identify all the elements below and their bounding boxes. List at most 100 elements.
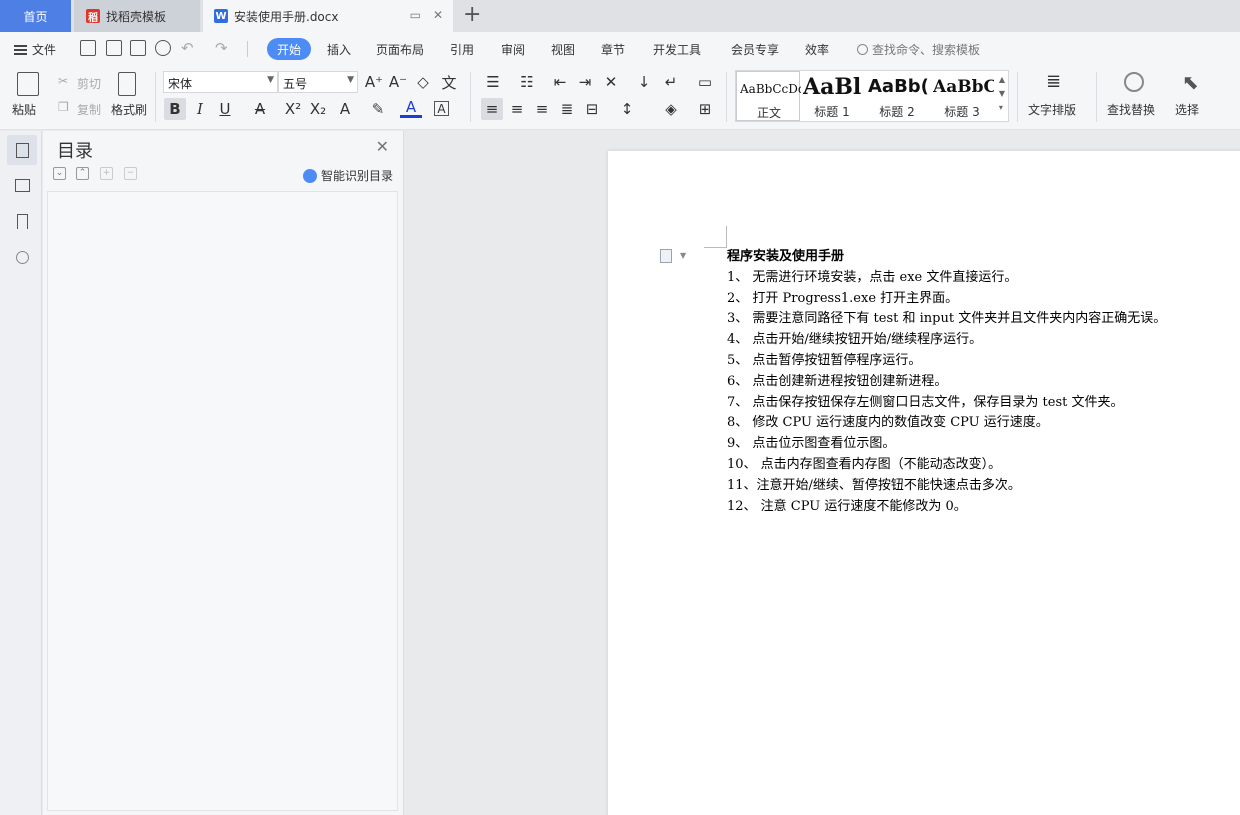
format-painter-button[interactable]: 格式刷	[111, 101, 147, 118]
add-toc-item-icon[interactable]: +	[100, 167, 113, 180]
document-line[interactable]: 11、注意开始/继续、暂停按钮不能快速点击多次。	[727, 476, 1166, 497]
menu-tab-view[interactable]: 视图	[551, 41, 575, 58]
cursor-select-icon[interactable]: ⬉	[1182, 70, 1199, 94]
cut-button[interactable]: 剪切	[77, 75, 101, 92]
subscript-button[interactable]: X₂	[307, 98, 329, 120]
document-line[interactable]: 4、 点击开始/继续按钮开始/继续程序运行。	[727, 330, 1166, 351]
menu-tab-references[interactable]: 引用	[450, 41, 474, 58]
font-size-select[interactable]: 五号 ▼	[278, 71, 358, 93]
strikethrough-button[interactable]: A	[249, 98, 271, 120]
export-pdf-icon[interactable]	[106, 40, 122, 56]
numbered-list-icon[interactable]: ☷	[516, 71, 538, 93]
document-line[interactable]: 3、 需要注意同路径下有 test 和 input 文件夹并且文件夹内内容正确无…	[727, 309, 1166, 330]
decrease-indent-icon[interactable]: ⇤	[549, 71, 571, 93]
tab-ruler-icon[interactable]: ▭	[694, 71, 716, 93]
command-search[interactable]: 查找命令、搜索模板	[857, 41, 980, 58]
shading-button[interactable]: ◈	[660, 98, 682, 120]
highlight-icon[interactable]: ✎	[367, 98, 389, 120]
menu-tab-efficiency[interactable]: 效率	[805, 41, 829, 58]
document-line[interactable]: 12、 注意 CPU 运行速度不能修改为 0。	[727, 497, 1166, 518]
tab-template[interactable]: 稻 找稻壳模板	[74, 0, 200, 32]
bookmark-icon[interactable]	[7, 206, 37, 236]
italic-button[interactable]: I	[189, 98, 211, 120]
tab-document[interactable]: W 安装使用手册.docx ▭ ✕	[203, 0, 453, 32]
paste-icon[interactable]	[17, 72, 39, 96]
phonetic-guide-icon[interactable]: 文	[438, 71, 460, 93]
document-line[interactable]: 9、 点击位示图查看位示图。	[727, 434, 1166, 455]
redo-icon[interactable]: ↷	[215, 39, 228, 57]
document-line[interactable]: 8、 修改 CPU 运行速度内的数值改变 CPU 运行速度。	[727, 413, 1166, 434]
document-line[interactable]: 2、 打开 Progress1.exe 打开主界面。	[727, 289, 1166, 310]
document-line[interactable]: 6、 点击创建新进程按钮创建新进程。	[727, 372, 1166, 393]
chevron-down-icon[interactable]: ▼	[680, 251, 686, 260]
document-line[interactable]: 10、 点击内存图查看内存图（不能动态改变）。	[727, 455, 1166, 476]
justify-button[interactable]: ≣	[556, 98, 578, 120]
print-icon[interactable]	[130, 40, 146, 56]
paste-button[interactable]: 粘贴	[12, 101, 36, 118]
document-line[interactable]: 7、 点击保存按钮保存左侧窗口日志文件，保存目录为 test 文件夹。	[727, 393, 1166, 414]
menu-tab-member[interactable]: 会员专享	[731, 41, 779, 58]
copy-button[interactable]: 复制	[77, 101, 101, 118]
document-canvas[interactable]: ▼ 程序安装及使用手册 1、 无需进行环境安装，点击 exe 文件直接运行。 2…	[405, 131, 1240, 815]
undo-icon[interactable]: ↶	[181, 39, 194, 57]
sort-icon[interactable]: ↓	[633, 71, 655, 93]
menu-tab-chapter[interactable]: 章节	[601, 41, 625, 58]
file-menu[interactable]: 文件	[14, 41, 56, 58]
toc-list[interactable]	[47, 191, 398, 811]
superscript-button[interactable]: X²	[282, 98, 304, 120]
window-mode-icon[interactable]: ▭	[410, 8, 421, 22]
cut-icon[interactable]: ✂	[58, 74, 68, 88]
styles-scroll-icon[interactable]: ▲ ▼ ▾	[999, 73, 1005, 115]
document-body[interactable]: 程序安装及使用手册 1、 无需进行环境安装，点击 exe 文件直接运行。 2、 …	[727, 247, 1166, 517]
chapter-nav-icon[interactable]	[7, 170, 37, 200]
paragraph-icon[interactable]	[660, 249, 672, 263]
borders-button[interactable]: ⊞	[694, 98, 716, 120]
chinese-layout-icon[interactable]: ✕	[600, 71, 622, 93]
toc-panel-icon[interactable]	[7, 135, 37, 165]
menu-tab-developer[interactable]: 开发工具	[653, 41, 701, 58]
line-spacing-button[interactable]: ↕	[616, 98, 638, 120]
style-heading-1[interactable]: AaBl 标题 1	[800, 71, 864, 121]
text-layout-button[interactable]: 文字排版	[1028, 101, 1076, 118]
close-icon[interactable]: ✕	[376, 137, 389, 156]
search-icon[interactable]	[7, 242, 37, 272]
increase-font-icon[interactable]: A⁺	[363, 71, 385, 93]
style-heading-2[interactable]: AaBb( 标题 2	[865, 71, 929, 121]
menu-tab-page-layout[interactable]: 页面布局	[376, 41, 424, 58]
menu-tab-insert[interactable]: 插入	[327, 41, 351, 58]
expand-all-icon[interactable]: ⌄	[53, 167, 66, 180]
char-border-button[interactable]: A	[434, 101, 449, 116]
find-replace-button[interactable]: 查找替换	[1107, 101, 1155, 118]
menu-tab-review[interactable]: 审阅	[501, 41, 525, 58]
text-layout-icon[interactable]: ≣	[1046, 71, 1061, 92]
format-painter-icon[interactable]	[118, 72, 136, 96]
clear-format-icon[interactable]: ◇	[412, 71, 434, 93]
style-normal[interactable]: AaBbCcDd 正文	[736, 71, 801, 121]
select-button[interactable]: 选择	[1175, 101, 1199, 118]
find-replace-icon[interactable]	[1124, 72, 1144, 92]
underline-button[interactable]: U	[214, 98, 236, 120]
decrease-font-icon[interactable]: A⁻	[387, 71, 409, 93]
font-color-button[interactable]: A	[400, 98, 422, 118]
align-center-button[interactable]: ≡	[506, 98, 528, 120]
distributed-align-button[interactable]: ⊟	[581, 98, 603, 120]
increase-indent-icon[interactable]: ⇥	[574, 71, 596, 93]
style-heading-3[interactable]: AaBbC 标题 3	[930, 71, 994, 121]
document-line[interactable]: 1、 无需进行环境安装，点击 exe 文件直接运行。	[727, 268, 1166, 289]
align-left-button[interactable]: ≡	[481, 98, 503, 120]
align-right-button[interactable]: ≡	[531, 98, 553, 120]
save-icon[interactable]	[80, 40, 96, 56]
text-effect-button[interactable]: A	[334, 98, 356, 120]
copy-icon[interactable]: ❐	[58, 100, 69, 114]
bullet-list-icon[interactable]: ☰	[482, 71, 504, 93]
document-line[interactable]: 5、 点击暂停按钮暂停程序运行。	[727, 351, 1166, 372]
close-tab-icon[interactable]: ✕	[433, 8, 443, 22]
remove-toc-item-icon[interactable]: −	[124, 167, 137, 180]
show-marks-icon[interactable]: ↵	[660, 71, 682, 93]
add-tab-icon[interactable]: +	[463, 3, 481, 27]
menu-tab-home[interactable]: 开始	[267, 38, 311, 60]
print-preview-icon[interactable]	[155, 40, 171, 56]
document-title[interactable]: 程序安装及使用手册	[727, 247, 1166, 268]
font-name-select[interactable]: 宋体 ▼	[163, 71, 278, 93]
collapse-all-icon[interactable]: ⌃	[76, 167, 89, 180]
